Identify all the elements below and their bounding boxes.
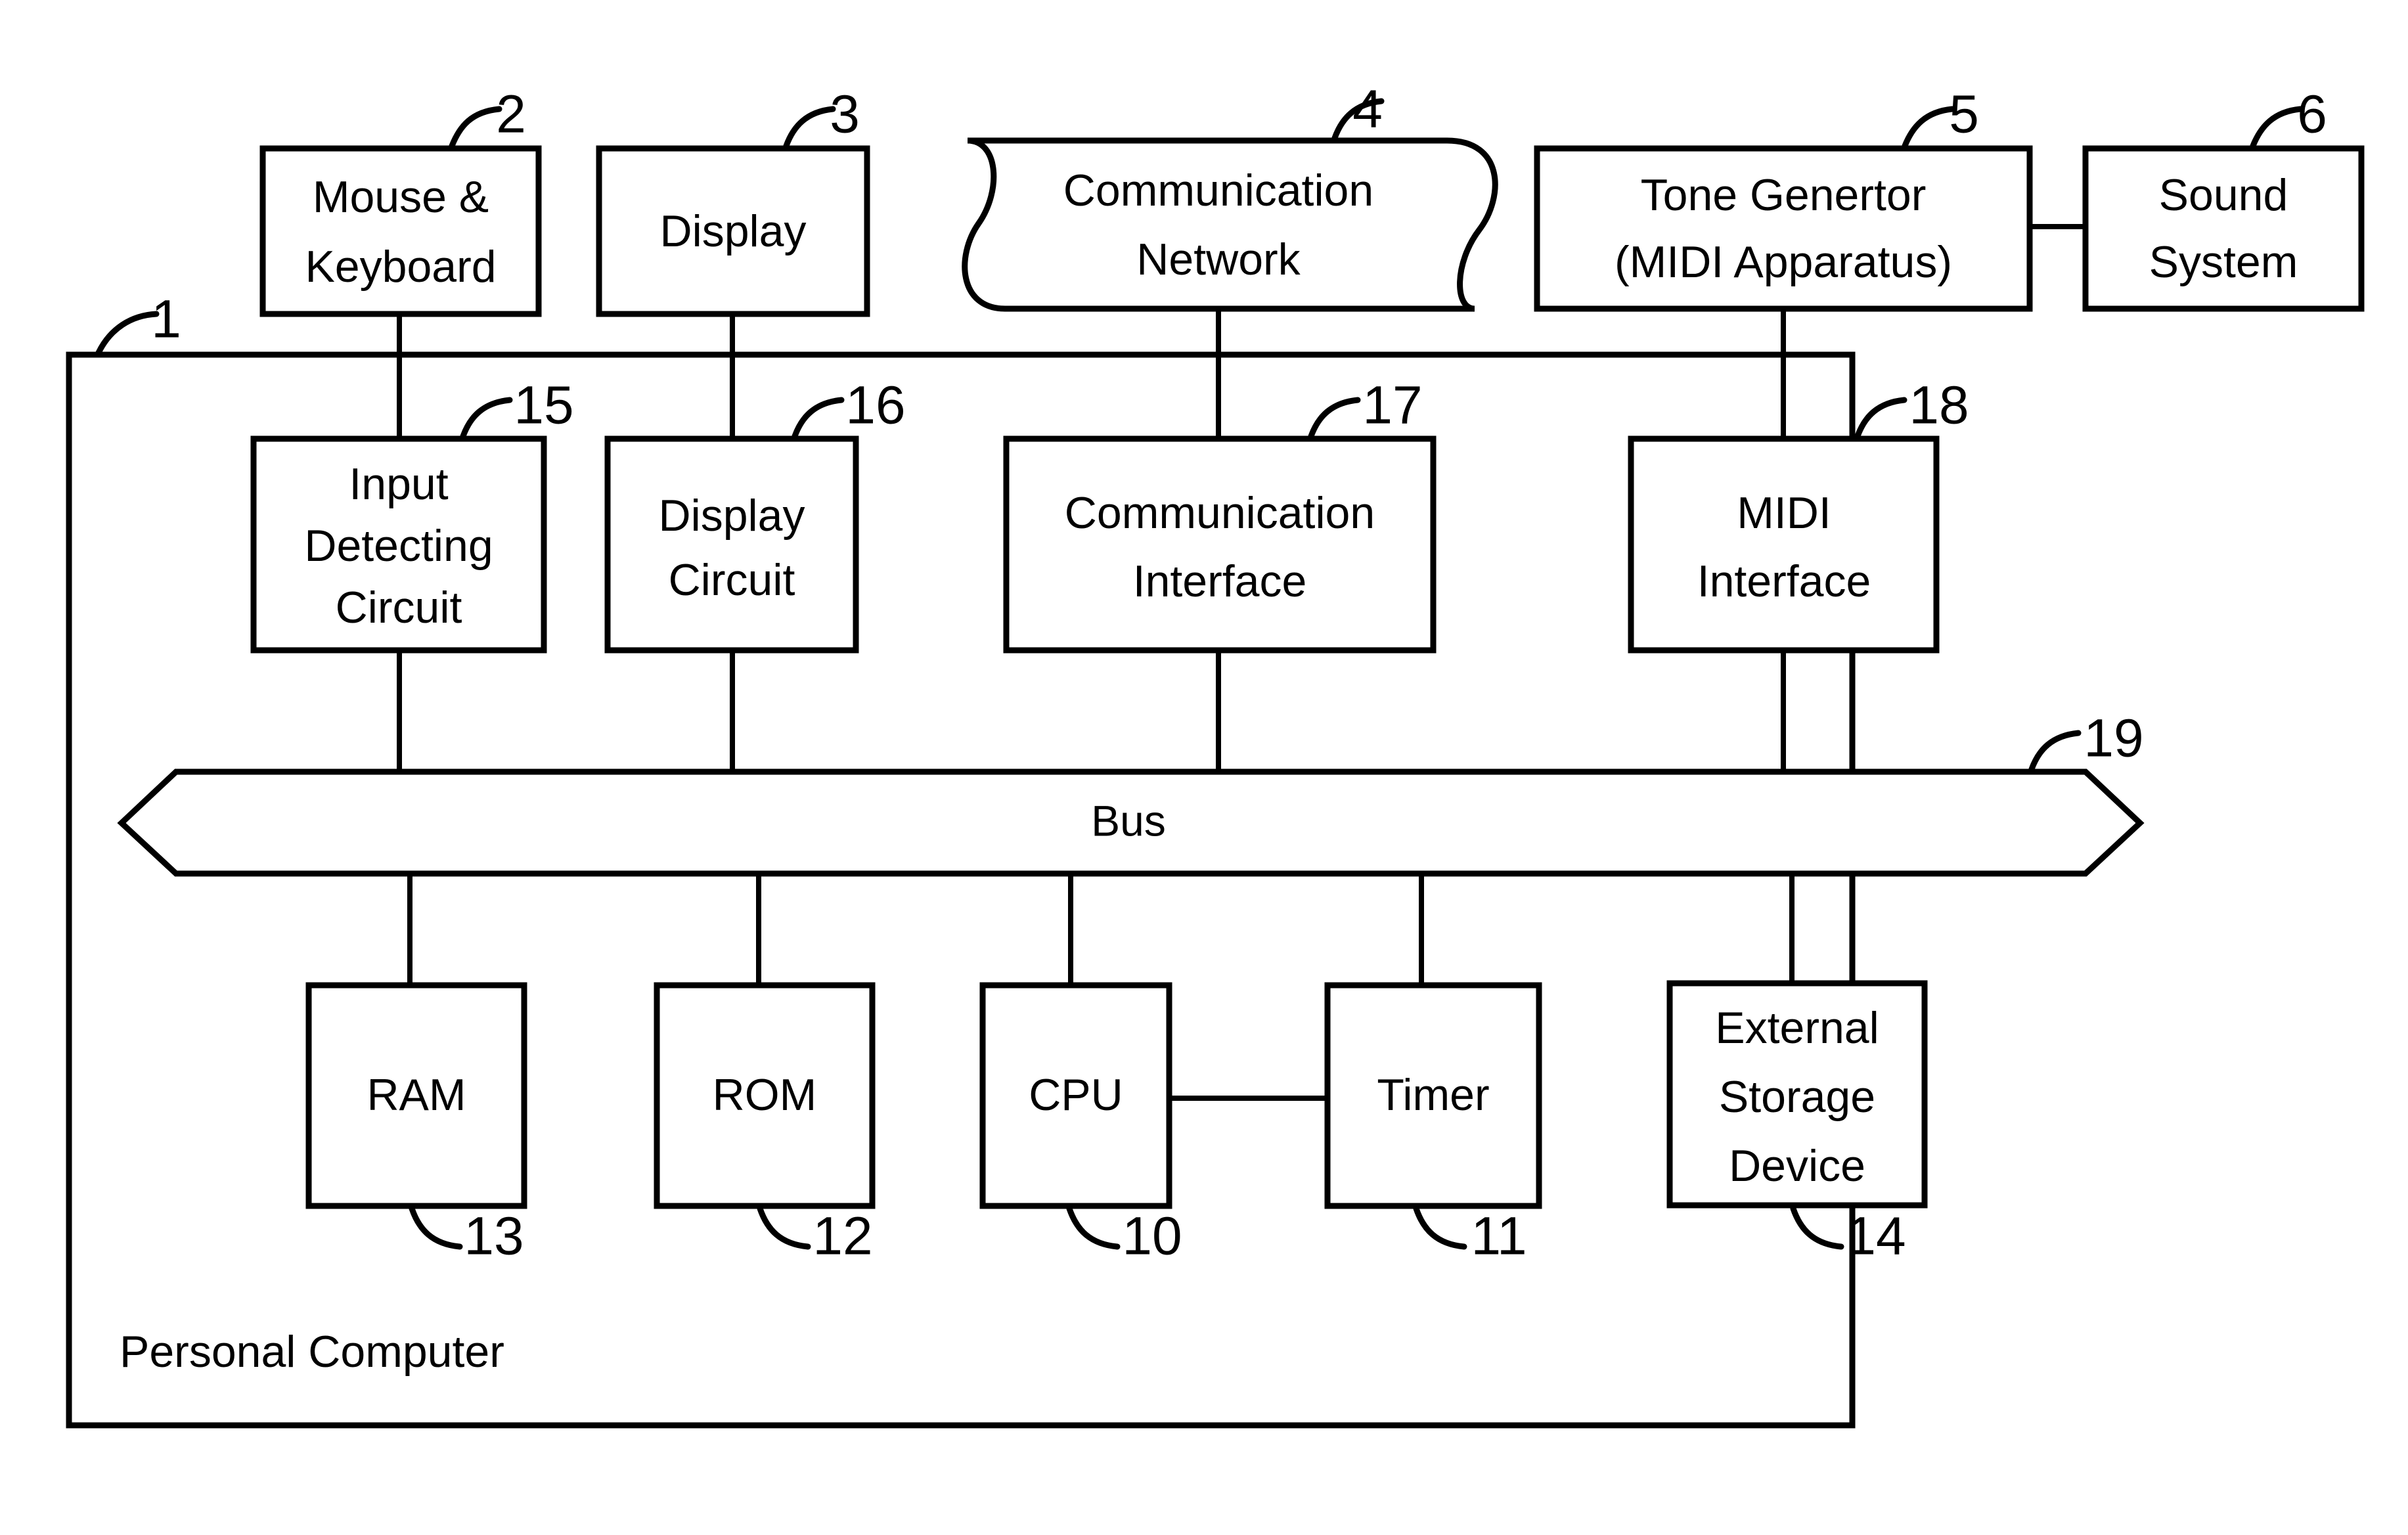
box-display[interactable]: Display bbox=[596, 145, 870, 317]
box-input-detecting-circuit-line-1: Detecting bbox=[304, 521, 493, 571]
box-display-line-0: Display bbox=[660, 206, 807, 256]
box-display-circuit[interactable]: Display Circuit bbox=[604, 435, 859, 654]
bus[interactable]: Bus bbox=[117, 768, 2145, 877]
box-midi-interface[interactable]: MIDI Interface bbox=[1628, 435, 1940, 654]
ref-number-1: 1 bbox=[151, 290, 181, 349]
ref-lead-16 bbox=[792, 397, 845, 439]
box-midi-interface-line-0: MIDI bbox=[1737, 488, 1831, 538]
ref-number-16: 16 bbox=[845, 376, 905, 435]
box-ram-line-0: RAM bbox=[367, 1070, 466, 1120]
ref-number-11: 11 bbox=[1471, 1207, 1527, 1266]
ref-lead-1 bbox=[95, 311, 160, 356]
box-rom-line-0: ROM bbox=[713, 1070, 817, 1120]
box-communication-interface[interactable]: Communication Interface bbox=[1003, 435, 1437, 654]
box-communication-interface-outline bbox=[1003, 435, 1437, 654]
ref-number-6: 6 bbox=[2297, 85, 2327, 145]
ref-lead-11 bbox=[1413, 1205, 1467, 1250]
bus-label: Bus bbox=[1091, 796, 1166, 845]
ref-lead-10 bbox=[1066, 1205, 1121, 1250]
box-display-circuit-outline bbox=[604, 435, 859, 654]
box-mouse-keyboard[interactable]: Mouse & Keyboard bbox=[259, 145, 542, 317]
ref-lead-15 bbox=[460, 397, 513, 439]
box-cpu-line-0: CPU bbox=[1029, 1070, 1123, 1120]
box-tone-generator-line-1: (MIDI Apparatus) bbox=[1615, 237, 1952, 287]
ref-lead-6 bbox=[2250, 106, 2304, 149]
personal-computer-label: Personal Computer bbox=[120, 1327, 504, 1377]
box-tone-generator-line-0: Tone Genertor bbox=[1641, 170, 1927, 220]
ref-lead-13 bbox=[409, 1205, 463, 1250]
box-input-detecting-circuit-line-0: Input bbox=[349, 459, 448, 509]
block-diagram: 1 Personal Computer Mouse & Keyboard 2 D… bbox=[66, 79, 2365, 1429]
box-input-detecting-circuit-line-2: Circuit bbox=[336, 583, 462, 633]
ref-number-12: 12 bbox=[813, 1207, 872, 1266]
ref-number-5: 5 bbox=[1949, 85, 1979, 145]
box-display-circuit-line-1: Circuit bbox=[669, 555, 795, 605]
box-display-circuit-line-0: Display bbox=[659, 491, 805, 541]
figure-canvas: 1 Personal Computer Mouse & Keyboard 2 D… bbox=[0, 0, 2408, 1535]
box-cpu[interactable]: CPU bbox=[979, 982, 1172, 1209]
ref-number-4: 4 bbox=[1352, 79, 1383, 139]
ref-lead-17 bbox=[1308, 397, 1361, 439]
ref-number-3: 3 bbox=[830, 85, 860, 145]
ref-number-13: 13 bbox=[464, 1207, 524, 1266]
box-midi-interface-line-1: Interface bbox=[1697, 556, 1871, 606]
box-communication-interface-line-1: Interface bbox=[1133, 556, 1307, 606]
ref-number-19: 19 bbox=[2084, 709, 2143, 768]
box-sound-system-line-1: System bbox=[2149, 237, 2298, 287]
box-external-storage-device-line-2: Device bbox=[1729, 1141, 1865, 1191]
ref-lead-14 bbox=[1790, 1205, 1844, 1250]
ref-number-17: 17 bbox=[1362, 376, 1422, 435]
box-midi-interface-outline bbox=[1628, 435, 1940, 654]
box-timer-line-0: Timer bbox=[1377, 1070, 1489, 1120]
box-communication-network-line-1: Network bbox=[1136, 234, 1301, 284]
box-sound-system[interactable]: Sound System bbox=[2082, 145, 2365, 312]
ref-lead-3 bbox=[783, 106, 836, 149]
box-mouse-keyboard-line-1: Keyboard bbox=[305, 242, 496, 292]
ref-number-18: 18 bbox=[1909, 376, 1969, 435]
box-input-detecting-circuit[interactable]: Input Detecting Circuit bbox=[250, 435, 547, 654]
ref-lead-12 bbox=[757, 1205, 811, 1250]
box-rom[interactable]: ROM bbox=[654, 982, 876, 1209]
ref-number-2: 2 bbox=[496, 85, 526, 145]
ref-number-15: 15 bbox=[514, 376, 573, 435]
ref-lead-5 bbox=[1902, 106, 1955, 149]
box-communication-interface-line-0: Communication bbox=[1065, 488, 1375, 538]
box-external-storage-device[interactable]: External Storage Device bbox=[1666, 980, 1928, 1209]
box-timer[interactable]: Timer bbox=[1324, 982, 1542, 1209]
ref-lead-19 bbox=[2028, 730, 2082, 772]
box-external-storage-device-line-1: Storage bbox=[1719, 1072, 1875, 1122]
box-sound-system-line-0: Sound bbox=[2159, 170, 2288, 220]
ref-lead-2 bbox=[449, 106, 502, 149]
box-ram[interactable]: RAM bbox=[305, 982, 527, 1209]
box-mouse-keyboard-line-0: Mouse & bbox=[313, 172, 489, 222]
ref-number-14: 14 bbox=[1846, 1207, 1906, 1266]
ref-lead-18 bbox=[1854, 397, 1907, 439]
box-tone-generator[interactable]: Tone Genertor (MIDI Apparatus) bbox=[1534, 145, 2033, 312]
box-external-storage-device-line-0: External bbox=[1715, 1003, 1879, 1053]
box-communication-network[interactable]: Communication Network bbox=[962, 137, 1498, 312]
box-communication-network-line-0: Communication bbox=[1063, 166, 1373, 215]
ref-number-10: 10 bbox=[1122, 1207, 1182, 1266]
